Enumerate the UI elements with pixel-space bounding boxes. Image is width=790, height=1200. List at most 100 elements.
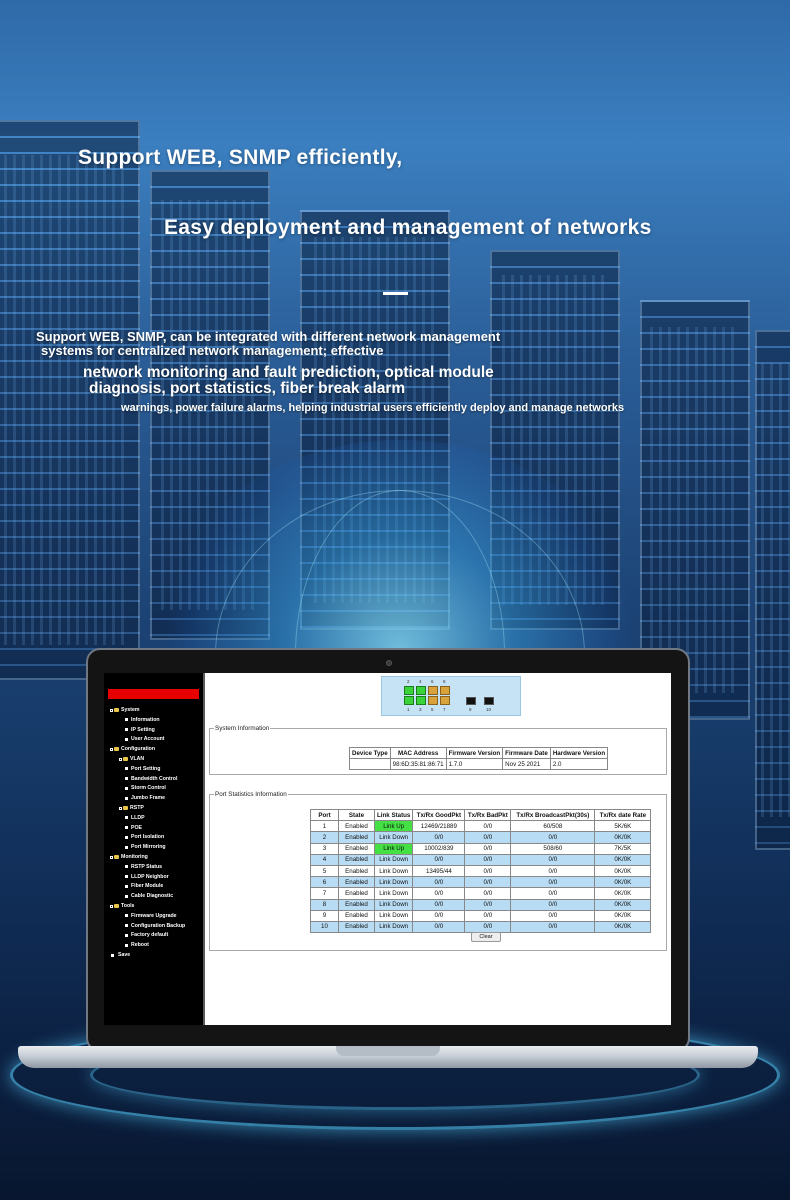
sidebar: System Information IP Setting User Account C… (104, 673, 203, 1025)
table-header-row: Port State Link Status Tx/Rx GoodPkt Tx/Rx B… (310, 808, 652, 822)
expand-toggle-icon[interactable] (110, 855, 113, 859)
sidebar-item-label: Fiber Module (131, 883, 164, 890)
sidebar-item-lldp[interactable]: LLDP (119, 813, 145, 823)
table-cell: 0K/0K (594, 864, 652, 878)
table-row: 1 Enabled Link Up 12469/21889 0/0 60/508 5K/6K (310, 820, 652, 833)
sidebar-item-configuration[interactable]: Configuration (110, 744, 155, 754)
expand-toggle-icon[interactable] (110, 904, 113, 908)
sidebar-item-poe[interactable]: POE (119, 823, 142, 833)
sidebar-item-user-account[interactable]: User Account (119, 734, 165, 744)
table-row: 3 Enabled Link Up 10002/839 0/0 508/60 7K/5K (310, 842, 652, 855)
sidebar-item-monitoring[interactable]: Monitoring (110, 852, 148, 862)
port-table-header: Link Status (373, 808, 414, 822)
page-icon (125, 737, 128, 741)
device-type-value (349, 758, 391, 771)
port-label: 2 (407, 679, 410, 684)
page-icon (125, 943, 128, 947)
table-cell: 9 (310, 909, 339, 922)
page-icon (125, 914, 128, 918)
port-2-icon[interactable] (404, 686, 414, 695)
sidebar-item-firmware-upgrade[interactable]: Firmware Upgrade (119, 911, 177, 921)
sidebar-item-rstp-status[interactable]: RSTP Status (119, 862, 162, 872)
table-cell: Link Down (373, 876, 414, 889)
mac-address-value: 98:6D:35:81:86:71 (389, 758, 447, 771)
sidebar-item-label: POE (131, 824, 142, 831)
sidebar-item-storm-control[interactable]: Storm Control (119, 783, 166, 793)
page-icon (125, 924, 128, 928)
sidebar-item-port-mirroring[interactable]: Port Mirroring (119, 842, 166, 852)
sidebar-item-port-isolation[interactable]: Port Isolation (119, 832, 164, 842)
port-8-icon[interactable] (440, 686, 450, 695)
sidebar-item-configuration-backup[interactable]: Configuration Backup (119, 921, 185, 931)
port-6-icon[interactable] (428, 686, 438, 695)
server-rack (0, 120, 140, 680)
table-cell: 60/508 (510, 820, 596, 833)
table-cell: 5 (310, 864, 339, 878)
expand-toggle-icon[interactable] (119, 757, 122, 761)
sidebar-item-system[interactable]: System (110, 705, 139, 715)
sidebar-item-label: Information (131, 716, 160, 723)
clear-button[interactable]: Clear (471, 932, 501, 942)
expand-toggle-icon[interactable] (110, 708, 113, 712)
system-information-legend: System Information (215, 725, 270, 732)
description-line-4: diagnosis, port statistics, fiber break … (89, 380, 406, 397)
table-cell: 0/0 (510, 887, 596, 900)
table-row: 10 Enabled Link Down 0/0 0/0 0/0 0K/0K (310, 920, 652, 934)
port-7-icon[interactable] (440, 696, 450, 705)
webcam-icon (386, 660, 392, 666)
folder-icon (114, 855, 119, 859)
port-1-icon[interactable] (404, 696, 414, 705)
port-table-header: Tx/Rx BadPkt (464, 808, 512, 822)
table-cell: Link Down (373, 898, 414, 911)
sidebar-item-label: Save (118, 952, 131, 958)
table-row: 8 Enabled Link Down 0/0 0/0 0/0 0K/0K (310, 898, 652, 911)
table-cell: Enabled (338, 876, 375, 889)
sidebar-item-port-setting[interactable]: Port Setting (119, 764, 160, 774)
page-icon (125, 728, 128, 732)
sidebar-item-label: Port Setting (131, 765, 161, 772)
sidebar-item-vlan[interactable]: VLAN (119, 754, 144, 764)
table-cell: 2 (310, 831, 339, 844)
hardware-version-value: 2.0 (549, 758, 609, 771)
table-cell: Enabled (338, 842, 375, 855)
sidebar-item-cable-diagnostic[interactable]: Cable Diagnostic (119, 891, 173, 901)
sidebar-item-jumbo-frame[interactable]: Jumbo Frame (119, 793, 165, 803)
sidebar-item-information[interactable]: Information (119, 715, 160, 725)
port-10-sfp-icon[interactable] (484, 697, 494, 705)
port-3-icon[interactable] (416, 696, 426, 705)
sidebar-item-label: Storm Control (131, 785, 166, 792)
sidebar-item-fiber-module[interactable]: Fiber Module (119, 881, 163, 891)
sidebar-item-bandwidth-control[interactable]: Bandwidth Control (119, 774, 177, 784)
page-icon (125, 835, 128, 839)
port-4-icon[interactable] (416, 686, 426, 695)
table-cell: 0/0 (464, 887, 512, 900)
sidebar-item-label: Bandwidth Control (131, 775, 178, 782)
header-device-type: Device Type (349, 746, 391, 760)
table-cell: Enabled (338, 853, 375, 866)
expand-toggle-icon[interactable] (110, 747, 113, 751)
sidebar-item-rstp[interactable]: RSTP (119, 803, 144, 813)
sidebar-item-lldp-neighbor[interactable]: LLDP Neighbor (119, 872, 169, 882)
description-line-1: Support WEB, SNMP, can be integrated wit… (36, 329, 501, 344)
page-icon (125, 777, 128, 781)
expand-toggle-icon[interactable] (119, 806, 122, 810)
table-cell: 7 (310, 887, 339, 900)
port-label: 4 (419, 679, 422, 684)
page-icon (125, 865, 128, 869)
sidebar-item-ip-setting[interactable]: IP Setting (119, 725, 155, 735)
page-icon (125, 767, 128, 771)
page-icon (125, 933, 128, 937)
sidebar-item-label: Reboot (131, 942, 149, 949)
port-table-header: State (338, 808, 375, 822)
table-cell: 10002/839 (412, 842, 466, 855)
port-9-sfp-icon[interactable] (466, 697, 476, 705)
port-5-icon[interactable] (428, 696, 438, 705)
sidebar-item-save[interactable]: Save (110, 950, 130, 960)
sidebar-item-reboot[interactable]: Reboot (119, 940, 149, 950)
sidebar-item-factory-default[interactable]: Factory default (119, 930, 168, 940)
main-content: 2 4 6 8 1 3 5 7 9 10 System Information (205, 673, 671, 1025)
port-label: 8 (443, 679, 446, 684)
description-line-2: systems for centralized network manageme… (41, 343, 384, 358)
port-table-header: Tx/Rx date Rate (594, 808, 652, 822)
sidebar-item-tools[interactable]: Tools (110, 901, 134, 911)
